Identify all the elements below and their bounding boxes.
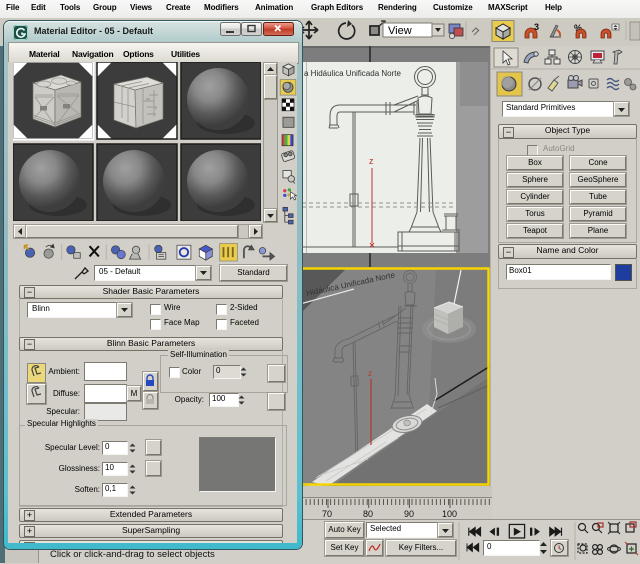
svg-text:View: View bbox=[388, 25, 412, 37]
svg-text:z: z bbox=[369, 156, 374, 166]
svg-text:80: 80 bbox=[363, 509, 373, 519]
svg-text:100: 100 bbox=[442, 509, 457, 519]
svg-text:a Hidáulica Unificada Norte: a Hidáulica Unificada Norte bbox=[304, 69, 401, 78]
svg-text:z: z bbox=[368, 369, 372, 378]
svg-text:70: 70 bbox=[322, 509, 332, 519]
svg-text:3: 3 bbox=[534, 22, 539, 32]
svg-text:90: 90 bbox=[404, 509, 414, 519]
